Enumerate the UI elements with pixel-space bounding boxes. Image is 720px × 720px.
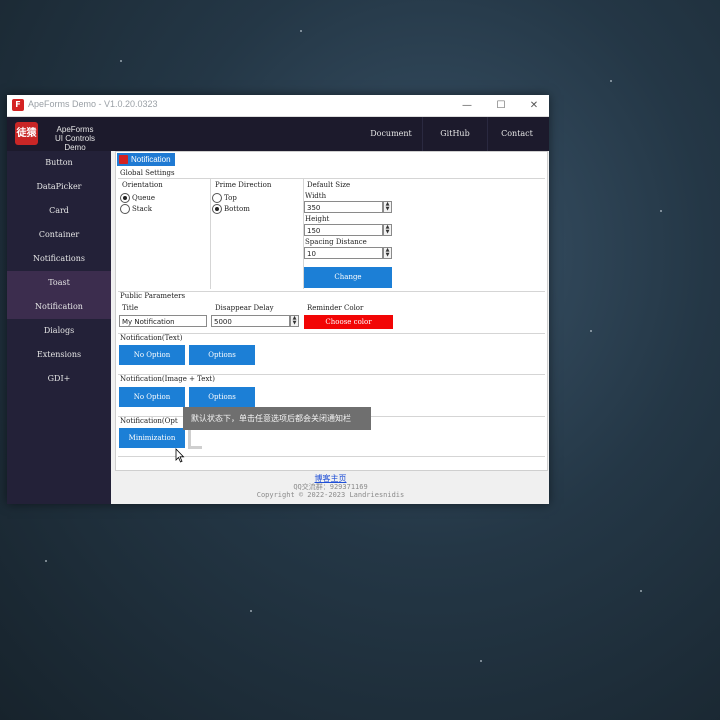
height-stepper[interactable]: ▲ ▼ [383,224,392,236]
height-field[interactable]: 150 [304,224,383,236]
copyright-text: Copyright © 2022-2023 Landriesnidis [256,491,405,499]
radio-bottom[interactable] [212,204,222,214]
orientation-label: Orientation [122,181,163,189]
radio-stack[interactable] [120,204,130,214]
image-no-option-button[interactable]: No Option [119,387,185,407]
width-field[interactable]: 350 [304,201,383,213]
sidebar-item-notification[interactable]: Notification [7,295,111,319]
image-options-button[interactable]: Options [189,387,255,407]
sidebar-item-dialogs[interactable]: Dialogs [7,319,111,343]
change-size-button[interactable]: Change [304,267,392,288]
radio-top-label: Top [224,194,237,202]
section-text-title: Notification(Text) [120,334,183,342]
reminder-color-label: Reminder Color [307,304,364,312]
choose-color-button[interactable]: Choose color [304,315,393,329]
maximize-button[interactable]: ☐ [486,97,516,114]
nav-contact[interactable]: Contact [488,117,546,151]
title-param-field[interactable]: My Notification [119,315,207,327]
sidebar-item-extensions[interactable]: Extensions [7,343,111,367]
global-settings-title: Global Settings [120,169,175,177]
tab-notification[interactable]: Notification [117,153,175,166]
app-icon: F [12,99,24,111]
width-stepper[interactable]: ▲ ▼ [383,201,392,213]
sidebar: Button DataPicker Card Container Notific… [7,151,111,504]
star [610,80,612,82]
app-logo: 徒猿 [15,122,38,145]
disappear-delay-label: Disappear Delay [215,304,274,312]
radio-bottom-label: Bottom [224,205,250,213]
star [590,330,592,332]
spacing-label: Spacing Distance [305,238,367,246]
star [300,30,302,32]
disappear-delay-stepper[interactable]: ▲ ▼ [290,315,299,327]
star [120,60,122,62]
radio-stack-label: Stack [132,205,152,213]
sidebar-item-toast[interactable]: Toast [7,271,111,295]
star [45,560,47,562]
text-options-button[interactable]: Options [189,345,255,365]
sidebar-item-container[interactable]: Container [7,223,111,247]
public-parameters-title: Public Parameters [120,292,186,300]
spacing-stepper[interactable]: ▲ ▼ [383,247,392,259]
minimize-button[interactable]: — [452,97,482,114]
disappear-delay-field[interactable]: 5000 [211,315,290,327]
window-title: ApeForms Demo - V1.0.20.0323 [28,99,158,109]
sidebar-item-gdi[interactable]: GDI+ [7,367,111,391]
star [480,660,482,662]
width-label: Width [305,192,327,200]
app-header: 徒猿 ApeForms UI Controls Demo Document Gi… [7,117,549,152]
minimization-button[interactable]: Minimization [119,428,185,448]
nav-github[interactable]: GitHub [423,117,487,151]
mouse-cursor-icon [175,448,185,463]
sidebar-item-card[interactable]: Card [7,199,111,223]
tab-icon [119,155,128,164]
divider [118,178,545,179]
tooltip: 默认状态下，单击任意选项后都会关闭通知栏 [183,407,371,430]
nav-document[interactable]: Document [360,117,422,151]
height-label: Height [305,215,330,223]
tab-label: Notification [131,155,171,164]
section-image-text-title: Notification(Image + Text) [120,375,215,383]
section-opt-title: Notification(Opt [120,417,178,425]
radio-top[interactable] [212,193,222,203]
minimization-button-shadow [188,428,191,448]
sidebar-item-notifications[interactable]: Notifications [7,247,111,271]
divider [210,179,211,289]
radio-queue[interactable] [120,193,130,203]
default-size-label: Default Size [307,181,351,189]
star [660,210,662,212]
text-no-option-button[interactable]: No Option [119,345,185,365]
title-param-label: Title [122,304,139,312]
brand-subtitle: UI Controls Demo [54,134,95,152]
close-button[interactable]: ✕ [519,97,549,114]
brand-name: ApeForms [56,125,94,134]
title-bar[interactable]: F ApeForms Demo - V1.0.20.0323 — ☐ ✕ [7,95,549,117]
sidebar-item-button[interactable]: Button [7,151,111,175]
spacing-field[interactable]: 10 [304,247,383,259]
star [250,610,252,612]
radio-queue-label: Queue [132,194,156,202]
sidebar-item-datapicker[interactable]: DataPicker [7,175,111,199]
minimization-button-shadow [188,446,202,449]
prime-direction-label: Prime Direction [215,181,272,189]
star [640,590,642,592]
app-window: F ApeForms Demo - V1.0.20.0323 — ☐ ✕ 徒猿 … [7,95,549,504]
